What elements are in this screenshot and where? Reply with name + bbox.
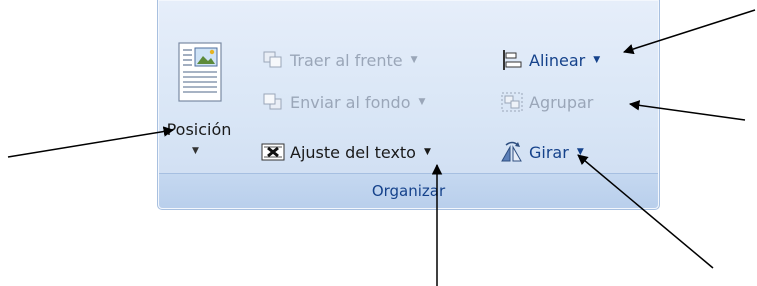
- annotation-arrows: [7, 9, 756, 286]
- arrow-to-position: [7, 126, 175, 158]
- arrow-to-rotate: [577, 154, 714, 269]
- arrow-to-align: [623, 9, 756, 55]
- arrow-to-group: [628, 100, 746, 121]
